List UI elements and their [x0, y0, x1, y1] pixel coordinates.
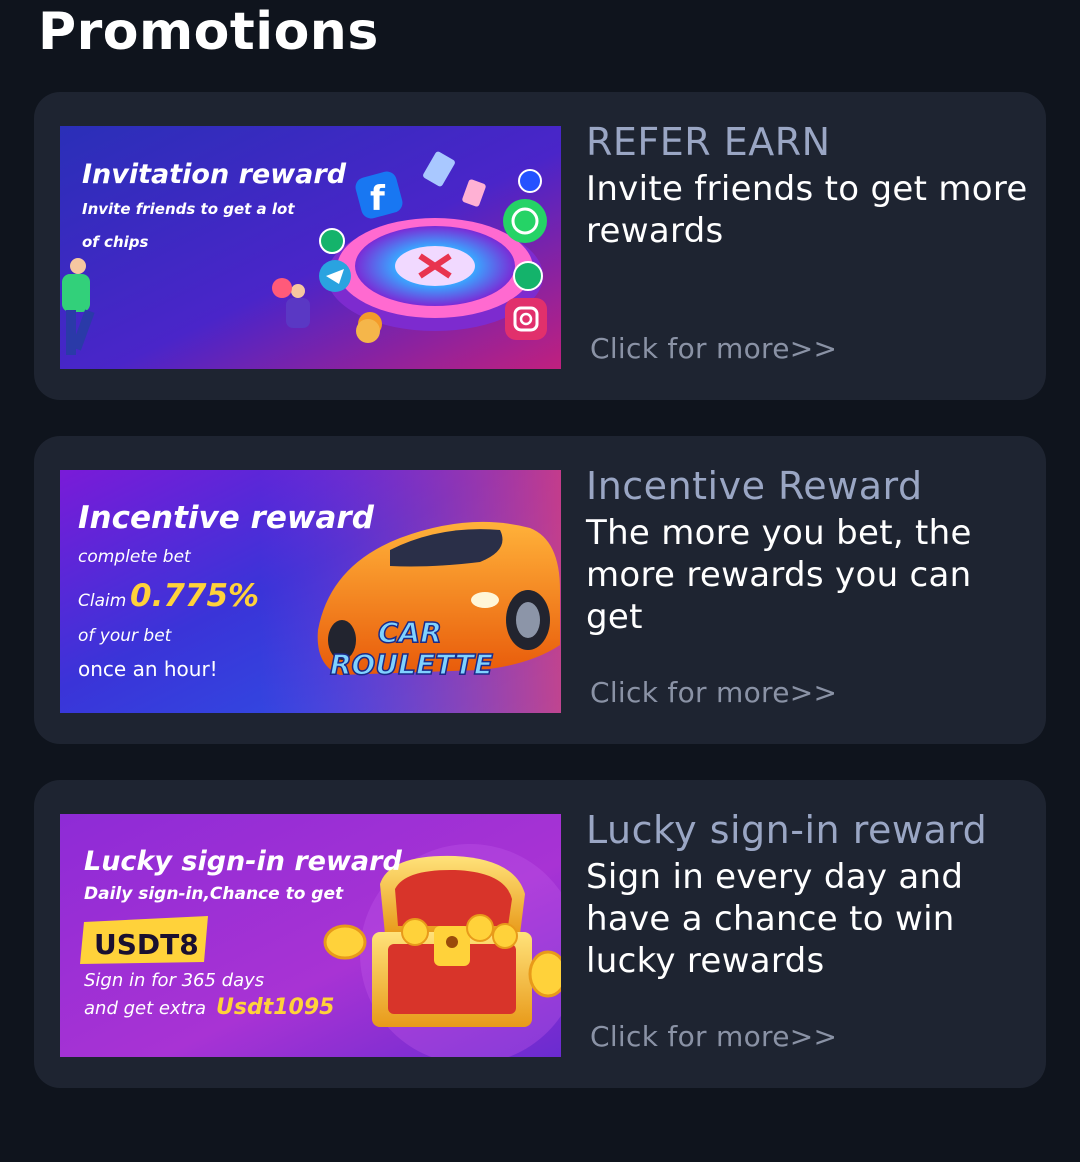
banner-line: Sign in for 365 days	[84, 970, 264, 991]
promo-card-incentive[interactable]: Incentive reward complete bet Claim 0.77…	[34, 436, 1046, 744]
promo-description: Invite friends to get more rewards	[586, 169, 1028, 251]
banner-line: Daily sign-in,Chance to get	[84, 884, 344, 904]
banner-headline: Lucky sign-in reward	[84, 846, 402, 877]
promo-title: Incentive Reward	[586, 464, 923, 508]
usdt-badge: USDT8	[80, 916, 208, 964]
svg-text:f: f	[370, 179, 386, 219]
svg-text:CAR: CAR	[378, 616, 442, 649]
promo-banner-invitation[interactable]: f Invitation reward Invite friends to ge…	[60, 126, 561, 369]
promo-banner-lucky-sign-in[interactable]: Lucky sign-in reward Daily sign-in,Chanc…	[60, 814, 561, 1057]
svg-text:ROULETTE: ROULETTE	[330, 648, 493, 681]
promo-card-lucky-sign-in[interactable]: Lucky sign-in reward Daily sign-in,Chanc…	[34, 780, 1046, 1088]
promo-description: Sign in every day and have a chance to w…	[586, 857, 964, 981]
treasure-chest-icon	[372, 855, 532, 1027]
promo-title: REFER EARN	[586, 120, 831, 164]
promo-info: Lucky sign-in reward Sign in every day a…	[586, 808, 1036, 982]
telegram-icon	[319, 260, 351, 292]
banner-line: once an hour!	[78, 657, 218, 681]
banner-claim-label: Claim	[78, 591, 126, 611]
banner-line: of chips	[82, 233, 149, 251]
page-title: Promotions	[38, 2, 379, 62]
click-for-more-link[interactable]: Click for more>>	[590, 1020, 837, 1053]
svg-text:USDT8: USDT8	[94, 928, 199, 961]
banner-bonus-value: Usdt1095	[216, 995, 334, 1020]
promo-card-refer-earn[interactable]: f Invitation reward Invite friends to ge…	[34, 92, 1046, 400]
promo-title: Lucky sign-in reward	[586, 808, 988, 852]
banner-line: and get extra	[84, 998, 206, 1019]
promo-info: REFER EARN Invite friends to get more re…	[586, 120, 1036, 252]
banner-headline: Incentive reward	[78, 500, 375, 536]
banner-line: of your bet	[78, 626, 173, 646]
banner-headline: Invitation reward	[82, 159, 347, 190]
promo-description: The more you bet, the more rewards you c…	[586, 513, 972, 637]
banner-line: Invite friends to get a lot	[82, 200, 295, 218]
promo-info: Incentive Reward The more you bet, the m…	[586, 464, 1036, 638]
banner-claim-value: 0.775%	[130, 578, 259, 614]
whatsapp-icon	[503, 199, 547, 243]
promo-banner-incentive[interactable]: Incentive reward complete bet Claim 0.77…	[60, 470, 561, 713]
click-for-more-link[interactable]: Click for more>>	[590, 676, 837, 709]
instagram-icon	[505, 298, 547, 340]
banner-line: complete bet	[78, 547, 192, 567]
click-for-more-link[interactable]: Click for more>>	[590, 332, 837, 365]
promotions-page: Promotions f Invitation reward Invite fr…	[0, 0, 1080, 1162]
